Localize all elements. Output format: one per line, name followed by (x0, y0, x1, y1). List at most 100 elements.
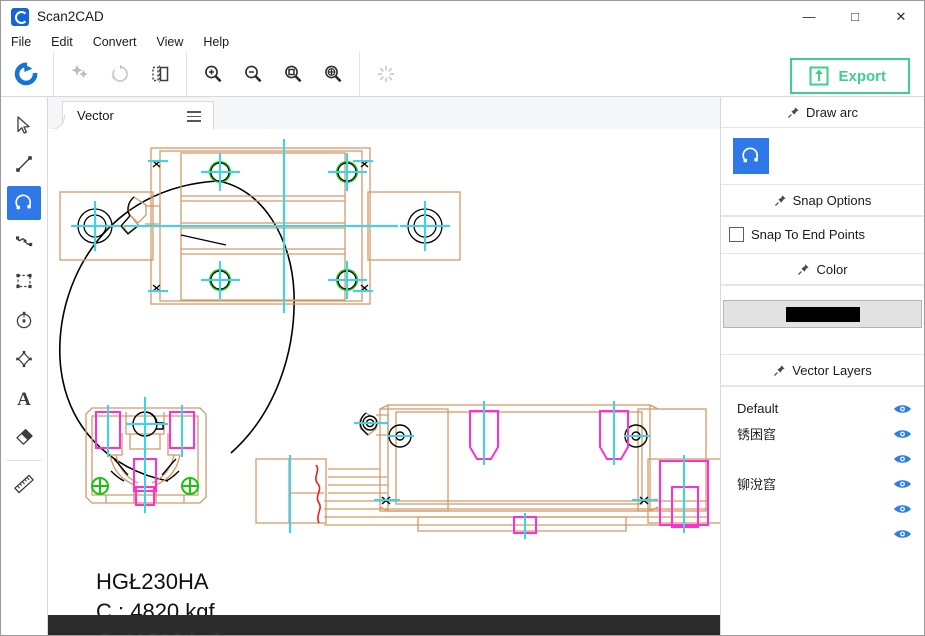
menu-item-convert[interactable]: Convert (93, 35, 137, 49)
window-title: Scan2CAD (37, 9, 104, 24)
menu-item-edit[interactable]: Edit (51, 35, 73, 49)
snap-options-body: Snap To End Points (721, 217, 924, 254)
section-color: Color (721, 254, 924, 286)
rectangle-tool[interactable] (7, 264, 41, 298)
menu-item-view[interactable]: View (156, 35, 183, 49)
pushpin-icon (774, 194, 787, 207)
pushpin-icon (773, 364, 786, 377)
color-picker-button[interactable] (723, 300, 922, 328)
snap-to-end-points-row[interactable]: Snap To End Points (721, 217, 924, 253)
toolbar-group-logo (1, 52, 53, 96)
drawing-canvas[interactable]: HGŁ230HA C : 4820 kgf C: 11230 kgf (48, 129, 720, 635)
layer-row[interactable]: 铆涗窞 (721, 471, 924, 496)
export-area: Export (790, 58, 910, 94)
layer-name: 锈困窞 (737, 427, 777, 442)
circle-tool[interactable] (7, 303, 41, 337)
tab-label: Vector (77, 108, 114, 123)
eye-icon[interactable] (893, 503, 912, 515)
arc-tool[interactable] (7, 186, 41, 220)
tab-vector[interactable]: Vector (50, 101, 214, 130)
toolbar-group-zoom (187, 52, 359, 96)
select-tool[interactable] (7, 108, 41, 142)
export-label: Export (838, 67, 886, 85)
eye-icon[interactable] (893, 428, 912, 440)
rectangle-icon (16, 273, 32, 289)
clean-image-icon[interactable] (60, 54, 100, 94)
section-header-vector-layers[interactable]: Vector Layers (721, 355, 924, 386)
tab-strip: Vector (48, 97, 720, 130)
eye-icon[interactable] (893, 403, 912, 415)
menu-item-help[interactable]: Help (203, 35, 229, 49)
color-picker-row (721, 286, 924, 336)
layer-row[interactable]: Default (721, 396, 924, 421)
polyline-tool[interactable] (7, 225, 41, 259)
toolbar-group-status (360, 52, 412, 96)
layer-row[interactable]: 锈困窞 (721, 421, 924, 446)
menu-item-file[interactable]: File (11, 35, 31, 49)
toolbar: Export (1, 52, 924, 97)
main-body: A Vector HGŁ230HA C: 4820 kgf Draw arc … (1, 97, 924, 635)
node-edit-tool[interactable] (7, 342, 41, 376)
eraser-icon (16, 428, 33, 445)
toolbar-group-image (54, 52, 186, 96)
node-edit-icon (16, 350, 32, 368)
rail-separator (7, 460, 41, 461)
ruler-icon (14, 474, 34, 494)
cursor-arrow-icon (17, 116, 30, 134)
circle-icon (16, 311, 32, 329)
minimize-button[interactable]: — (786, 1, 832, 32)
tab-strip-filler (214, 101, 720, 130)
menu-bar: File Edit Convert View Help (1, 32, 924, 52)
eye-icon[interactable] (893, 453, 912, 465)
rotate-icon[interactable] (100, 54, 140, 94)
export-icon (809, 66, 829, 86)
section-header-snap-options[interactable]: Snap Options (721, 185, 924, 216)
snap-to-end-points-checkbox[interactable] (729, 227, 744, 242)
arc-icon (742, 147, 759, 163)
layer-row[interactable] (721, 496, 924, 521)
pushpin-icon (787, 106, 800, 119)
section-vector-layers: Vector Layers (721, 355, 924, 387)
draw-arc-body (721, 128, 924, 184)
measure-tool[interactable] (7, 467, 41, 501)
maximize-button[interactable]: □ (832, 1, 878, 32)
zoom-in-icon[interactable] (193, 54, 233, 94)
section-header-color[interactable]: Color (721, 254, 924, 285)
arc-mode-button[interactable] (733, 138, 769, 174)
line-tool[interactable] (7, 147, 41, 181)
zoom-out-icon[interactable] (233, 54, 273, 94)
hamburger-icon[interactable] (187, 111, 201, 125)
zoom-window-icon[interactable] (273, 54, 313, 94)
canvas-area: Vector HGŁ230HA C: 4820 kgf (48, 97, 720, 635)
tool-rail: A (1, 97, 48, 635)
annotation-model: HGŁ230HA (96, 569, 209, 594)
vector-drawing (59, 139, 720, 539)
eye-icon[interactable] (893, 478, 912, 490)
arc-icon (15, 194, 32, 210)
window-controls: — □ ✕ (786, 1, 924, 32)
vector-layers-list: Default 锈困窞 铆涗窞 (721, 387, 924, 546)
line-icon (16, 156, 32, 172)
scan2cad-window: Scan2CAD — □ ✕ File Edit Convert View He… (0, 0, 925, 636)
section-header-draw-arc[interactable]: Draw arc (721, 97, 924, 128)
app-logo-icon (11, 7, 29, 26)
title-bar: Scan2CAD — □ ✕ (1, 1, 924, 32)
close-button[interactable]: ✕ (878, 1, 924, 32)
scan2cad-logo-icon[interactable] (7, 54, 47, 94)
color-body (721, 286, 924, 355)
layer-row[interactable] (721, 446, 924, 471)
eye-icon[interactable] (893, 528, 912, 540)
pushpin-icon (797, 263, 810, 276)
layer-row[interactable] (721, 521, 924, 546)
text-tool[interactable]: A (7, 381, 41, 415)
eraser-tool[interactable] (7, 420, 41, 454)
section-title-color: Color (816, 261, 848, 277)
section-snap-options: Snap Options (721, 185, 924, 217)
export-button[interactable]: Export (790, 58, 910, 94)
loading-spinner-icon (366, 54, 406, 94)
flip-icon[interactable] (140, 54, 180, 94)
polyline-icon (16, 236, 33, 247)
zoom-fit-icon[interactable] (313, 54, 353, 94)
snap-to-end-points-label: Snap To End Points (751, 227, 865, 242)
section-title-draw-arc: Draw arc (805, 104, 858, 120)
